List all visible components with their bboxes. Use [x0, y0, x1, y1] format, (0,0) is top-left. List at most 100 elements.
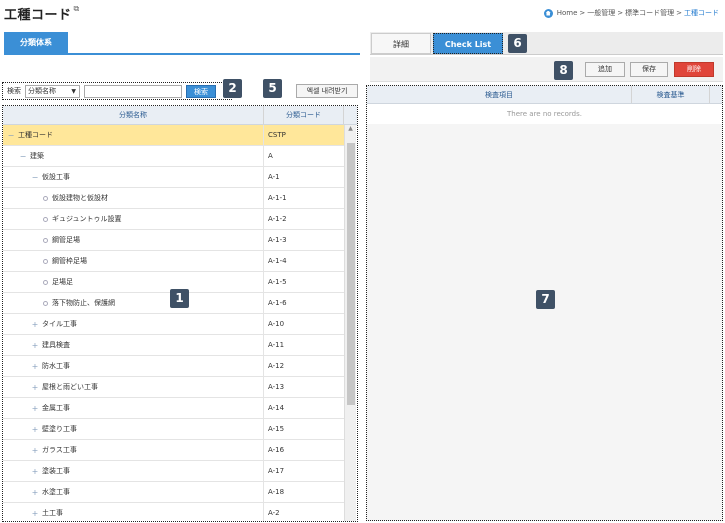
tree-row[interactable]: 仮設建物と仮設材 A-1-1: [3, 188, 344, 209]
save-button[interactable]: 保存: [630, 62, 668, 77]
tab-detail[interactable]: 詳細: [371, 33, 431, 54]
tree-cell-code: A: [268, 152, 273, 160]
tree-node-label[interactable]: 仮設工事: [42, 172, 70, 182]
expand-icon[interactable]: +: [31, 320, 39, 329]
tree-cell-name: 鋼管枠足場: [3, 251, 264, 271]
tree-node-label[interactable]: ガラス工事: [42, 445, 77, 455]
column-header-code[interactable]: 分類コード: [264, 106, 344, 124]
tree-row[interactable]: 鋼管枠足場 A-1-4: [3, 251, 344, 272]
tab-classification[interactable]: 分類体系: [4, 32, 68, 53]
tree-cell-name: + 防水工事: [3, 356, 264, 376]
scrollbar-thumb[interactable]: [347, 143, 355, 405]
tree-row[interactable]: − 工種コード CSTP: [3, 125, 344, 146]
expand-icon[interactable]: +: [31, 362, 39, 371]
expand-icon[interactable]: +: [31, 509, 39, 518]
leaf-node-icon: [43, 279, 48, 285]
tree-node-label[interactable]: 水塗工事: [42, 487, 70, 497]
tree-row[interactable]: ギュジュントゥル設置 A-1-2: [3, 209, 344, 230]
tree-cell-name: ギュジュントゥル設置: [3, 209, 264, 229]
tree-cell-name: + 金属工事: [3, 398, 264, 418]
tree-cell-name: − 建築: [3, 146, 264, 166]
search-field-select[interactable]: 分類名称 ▼: [25, 84, 80, 98]
expand-icon[interactable]: +: [31, 341, 39, 350]
callout-badge-6: 6: [508, 34, 527, 53]
tree-row[interactable]: + 塗装工事 A-17: [3, 461, 344, 482]
breadcrumb-home[interactable]: Home: [557, 9, 578, 17]
column-header-inspection-item[interactable]: 検査項目: [367, 86, 632, 103]
tree-row[interactable]: + 金属工事 A-14: [3, 398, 344, 419]
breadcrumb-general[interactable]: 一般管理: [587, 8, 615, 18]
tree-row[interactable]: − 建築 A: [3, 146, 344, 167]
tree-node-label[interactable]: 鋼管足場: [52, 235, 80, 245]
excel-download-button[interactable]: 엑셀 내려받기: [296, 84, 358, 98]
tree-row[interactable]: + 建具検査 A-11: [3, 335, 344, 356]
tree-node-label[interactable]: 足場足: [52, 277, 73, 287]
tree-node-label[interactable]: 塗装工事: [42, 466, 70, 476]
tree-cell-code: A-15: [268, 425, 285, 433]
tree-cell-code: A-17: [268, 467, 285, 475]
tree-row[interactable]: + 壁塗り工事 A-15: [3, 419, 344, 440]
tree-node-label[interactable]: 防水工事: [42, 361, 70, 371]
tree-cell-code: A-12: [268, 362, 285, 370]
search-input[interactable]: [84, 84, 182, 98]
tree-node-label[interactable]: 建具検査: [42, 340, 70, 350]
tree-node-label[interactable]: 鋼管枠足場: [52, 256, 87, 266]
tree-node-label[interactable]: 壁塗り工事: [42, 424, 77, 434]
tree-row[interactable]: 鋼管足場 A-1-3: [3, 230, 344, 251]
tree-node-label[interactable]: ギュジュントゥル設置: [52, 214, 122, 224]
tab-check-list[interactable]: Check List: [433, 33, 503, 54]
expand-icon[interactable]: +: [31, 467, 39, 476]
tab-underline: [4, 53, 360, 55]
tree-cell-name: + 壁塗り工事: [3, 419, 264, 439]
tree-cell-name: 鋼管足場: [3, 230, 264, 250]
callout-badge-5: 5: [263, 79, 282, 98]
expand-icon[interactable]: +: [31, 488, 39, 497]
external-link-icon[interactable]: ⧉: [74, 4, 80, 13]
breadcrumb-current: 工種コード: [684, 9, 719, 17]
tree-node-label[interactable]: 落下物防止、保護網: [52, 298, 115, 308]
column-header-name[interactable]: 分類名称: [3, 106, 264, 124]
collapse-icon[interactable]: −: [31, 173, 39, 182]
tree-node-label[interactable]: 金属工事: [42, 403, 70, 413]
breadcrumb-standard-code[interactable]: 標準コード管理: [625, 8, 674, 18]
leaf-node-icon: [43, 300, 48, 306]
expand-icon[interactable]: +: [31, 383, 39, 392]
delete-button[interactable]: 削除: [674, 62, 714, 77]
tree-cell-code: A-1: [268, 173, 280, 181]
tree-cell-code: A-1-5: [268, 278, 287, 286]
chevron-down-icon: ▼: [71, 87, 76, 95]
tree-row[interactable]: + タイル工事 A-10: [3, 314, 344, 335]
tree-node-label[interactable]: 屋根と雨どい工事: [42, 382, 98, 392]
search-button[interactable]: 検索: [186, 84, 216, 98]
tree-node-label[interactable]: タイル工事: [42, 319, 77, 329]
home-icon[interactable]: [543, 8, 553, 18]
expand-icon[interactable]: +: [31, 404, 39, 413]
tree-row[interactable]: + 土工事 A-2: [3, 503, 344, 521]
tree-node-label[interactable]: 建築: [30, 151, 44, 161]
tree-cell-code: A-10: [268, 320, 285, 328]
collapse-icon[interactable]: −: [19, 152, 27, 161]
tree-row[interactable]: + 防水工事 A-12: [3, 356, 344, 377]
leaf-node-icon: [43, 195, 48, 201]
grid-header: 分類名称 分類コード: [3, 106, 357, 125]
expand-icon[interactable]: +: [31, 446, 39, 455]
tree-row[interactable]: − 仮設工事 A-1: [3, 167, 344, 188]
scroll-up-icon[interactable]: ▲: [345, 125, 356, 135]
grid-scrollbar[interactable]: ▲: [344, 125, 356, 521]
callout-badge-1: 1: [170, 289, 189, 308]
tree-node-label[interactable]: 仮設建物と仮設材: [52, 193, 108, 203]
callout-badge-2: 2: [223, 79, 242, 98]
add-button[interactable]: 追加: [585, 62, 625, 77]
tree-row[interactable]: + 屋根と雨どい工事 A-13: [3, 377, 344, 398]
expand-icon[interactable]: +: [31, 425, 39, 434]
tree-cell-name: + ガラス工事: [3, 440, 264, 460]
column-header-inspection-standard[interactable]: 検査基準: [632, 86, 710, 103]
collapse-icon[interactable]: −: [7, 131, 15, 140]
tree-node-label[interactable]: 土工事: [42, 508, 63, 518]
tree-row[interactable]: + 水塗工事 A-18: [3, 482, 344, 503]
tree-cell-code: A-1-2: [268, 215, 287, 223]
callout-badge-8: 8: [554, 61, 573, 80]
tree-row[interactable]: + ガラス工事 A-16: [3, 440, 344, 461]
tree-cell-name: + 土工事: [3, 503, 264, 521]
tree-node-label[interactable]: 工種コード: [18, 130, 53, 140]
